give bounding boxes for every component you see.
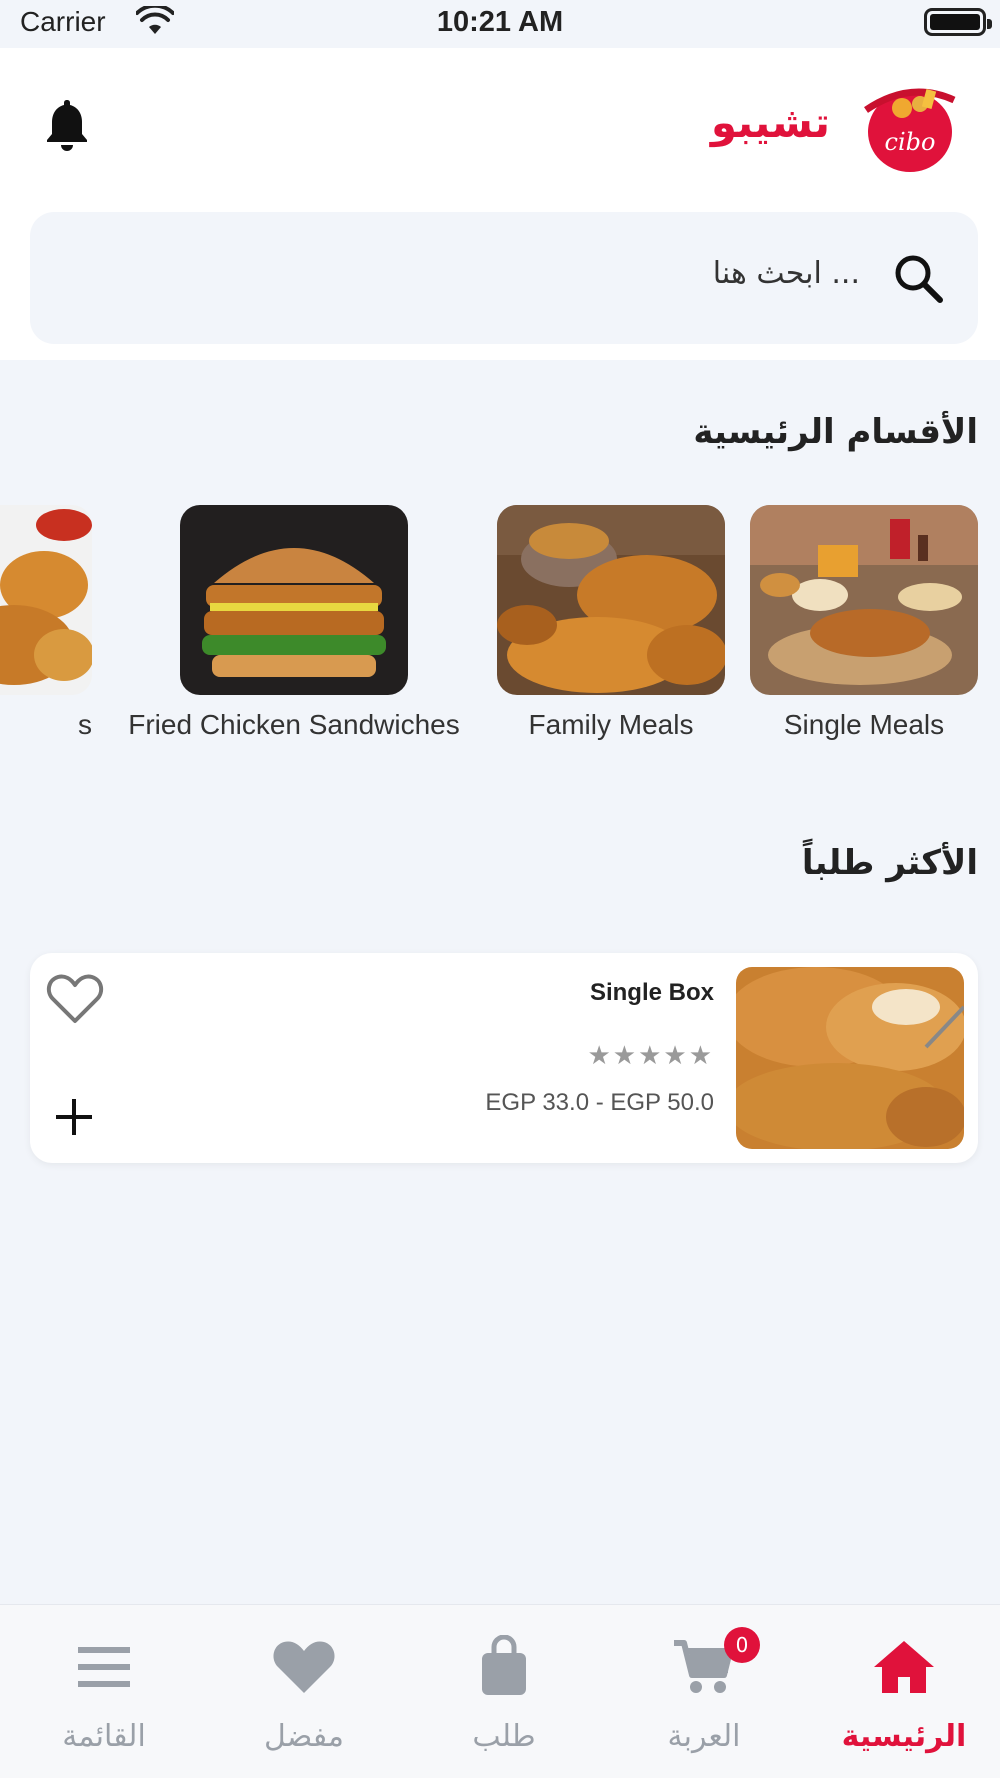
heart-icon [273, 1641, 335, 1693]
tab-cart[interactable]: 0 العربة [604, 1605, 804, 1778]
status-bar: Carrier 10:21 AM [0, 0, 1000, 48]
category-image [0, 505, 92, 695]
product-image [736, 967, 964, 1149]
category-label: Fried Chicken Sandwiches [128, 709, 460, 740]
search-placeholder: ابحث هنا ... [712, 256, 860, 291]
add-icon[interactable] [52, 1095, 96, 1139]
category-label: s [78, 709, 92, 740]
category-family-meals[interactable]: Family Meals [497, 505, 725, 740]
category-partial[interactable]: s [0, 505, 92, 740]
tab-home[interactable]: الرئيسية [804, 1605, 1000, 1778]
tab-menu[interactable]: القائمة [4, 1605, 204, 1778]
home-icon [874, 1641, 934, 1693]
tab-label: القائمة [62, 1719, 146, 1754]
tab-label: طلب [472, 1719, 536, 1754]
menu-icon [78, 1647, 130, 1687]
heart-outline-icon[interactable] [46, 973, 104, 1025]
brand-logo: cibo [864, 88, 956, 172]
search-icon [895, 255, 943, 303]
search-input[interactable]: ابحث هنا ... [30, 212, 978, 344]
product-name: Single Box [589, 979, 714, 1006]
category-image [180, 505, 408, 695]
tab-label: العربة [667, 1719, 741, 1754]
app-header: تشيبو cibo ابحث هنا ... [0, 48, 1000, 360]
brand-name: تشيبو [710, 98, 830, 147]
popular-title: الأكثر طلباً [801, 843, 978, 883]
bag-icon [482, 1635, 526, 1695]
categories-carousel[interactable]: Single Meals Family Meals Fried Chicken … [0, 505, 1000, 755]
tab-favorites[interactable]: مفضل [204, 1605, 404, 1778]
battery-icon [924, 8, 992, 36]
rating-stars: ★★★★★ [587, 1041, 714, 1071]
category-fried-chicken-sandwiches[interactable]: Fried Chicken Sandwiches [128, 505, 460, 740]
logo-text: cibo [885, 128, 936, 156]
bottom-tab-bar: الرئيسية 0 العربة طلب مفضل القائمة [0, 1604, 1000, 1778]
category-image [750, 505, 978, 695]
category-single-meals[interactable]: Single Meals [750, 505, 978, 740]
status-time: 10:21 AM [436, 6, 564, 38]
product-price: EGP 33.0 - EGP 50.0 [485, 1089, 714, 1116]
category-image [497, 505, 725, 695]
bell-icon[interactable] [42, 96, 92, 152]
product-card[interactable]: Single Box ★★★★★ EGP 33.0 - EGP 50.0 [30, 953, 978, 1163]
cart-badge: 0 [724, 1627, 760, 1663]
tab-label: مفضل [264, 1719, 344, 1754]
categories-title: الأقسام الرئيسية [693, 412, 978, 452]
tab-label: الرئيسية [841, 1719, 967, 1754]
tab-order[interactable]: طلب [404, 1605, 604, 1778]
